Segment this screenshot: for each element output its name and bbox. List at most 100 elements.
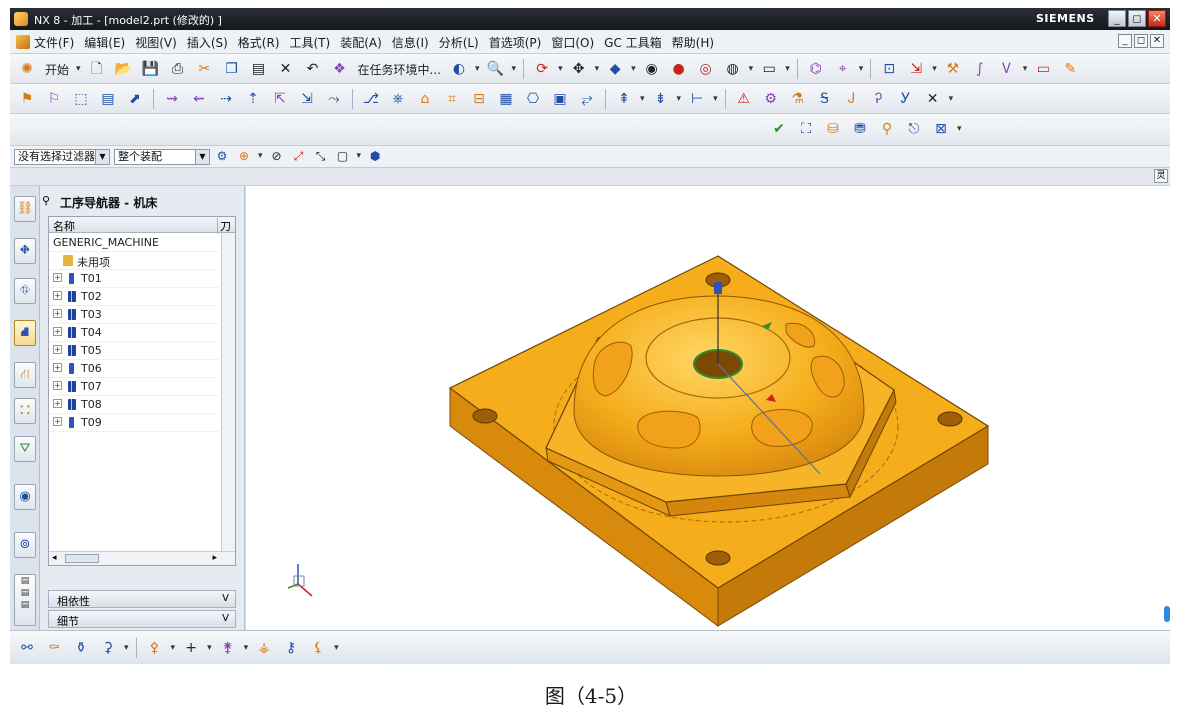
zoom-dropdown-icon[interactable]: ▾ — [512, 64, 517, 74]
start-dropdown-icon[interactable]: ▾ — [76, 64, 81, 74]
feature-icon[interactable]: ⚯ — [16, 637, 38, 659]
scroll-left-icon[interactable]: ◂ — [52, 553, 57, 563]
menu-format[interactable]: 格式(R) — [238, 34, 280, 51]
settings-dropdown-icon[interactable]: ▾ — [334, 643, 339, 653]
close-button[interactable]: ✕ — [1148, 10, 1166, 27]
type-filter-select[interactable]: 没有选择过滤器 ▼ — [14, 149, 110, 165]
select-all-icon[interactable]: ⊡ — [878, 58, 900, 80]
operation-navigator-icon[interactable]: ⛘ — [14, 320, 36, 346]
tree-row-tool[interactable]: + T04 — [49, 324, 219, 342]
scroll-thumb[interactable] — [65, 554, 99, 563]
mdi-close-button[interactable]: ✕ — [1150, 34, 1164, 48]
menu-view[interactable]: 视图(V) — [135, 34, 177, 51]
expand-icon[interactable]: + — [53, 363, 62, 372]
sketch-dropdown-icon[interactable]: ▾ — [1023, 64, 1028, 74]
display-label[interactable]: 在任务环境中... — [356, 61, 443, 78]
start-label[interactable]: 开始 — [43, 61, 71, 78]
pin-icon[interactable]: ⚲ — [42, 194, 50, 207]
rotate-dropdown-icon[interactable]: ▾ — [558, 64, 563, 74]
cube-icon[interactable]: ⬢ — [367, 148, 383, 164]
vertical-scrollbar[interactable] — [221, 233, 235, 565]
camera-icon[interactable]: ◍ — [722, 58, 744, 80]
machine-tool-icon[interactable]: ⚰ — [43, 637, 65, 659]
analysis-icon[interactable]: ⚷ — [280, 637, 302, 659]
copy-icon[interactable]: ❐ — [221, 58, 243, 80]
measure-icon[interactable]: ⚒ — [942, 58, 964, 80]
tree-row-tool[interactable]: + T06 — [49, 360, 219, 378]
machine-control-icon[interactable]: ⊢ — [686, 88, 708, 110]
menu-tools[interactable]: 工具(T) — [290, 34, 331, 51]
part-model-view[interactable] — [246, 186, 1170, 630]
edit-object-icon[interactable]: ✎ — [1059, 58, 1081, 80]
delete-icon[interactable]: ✕ — [275, 58, 297, 80]
object-display-icon[interactable]: ⎔ — [522, 88, 544, 110]
studio-icon[interactable]: ◎ — [695, 58, 717, 80]
create-geometry-icon[interactable]: ⬚ — [70, 88, 92, 110]
column-tool-header[interactable]: 刀 — [217, 218, 233, 234]
tree-row-root[interactable]: GENERIC_MACHINE — [49, 234, 219, 252]
scroll-handle[interactable] — [1164, 606, 1170, 622]
menu-gc-toolkit[interactable]: GC 工具箱 — [604, 34, 662, 51]
fit-icon[interactable]: ◐ — [448, 58, 470, 80]
roles-icon[interactable]: ⛚ — [14, 398, 36, 424]
snap-dropdown-icon[interactable]: ▾ — [932, 64, 937, 74]
tree-row-tool[interactable]: + T01 — [49, 270, 219, 288]
render-style-icon[interactable]: ◆ — [604, 58, 626, 80]
verify-icon[interactable]: ⇡ — [242, 88, 264, 110]
program-view-icon[interactable]: ⛶ — [795, 118, 817, 140]
remove-path-icon[interactable]: ✕ — [922, 88, 944, 110]
render-style-dropdown-icon[interactable]: ▾ — [631, 64, 636, 74]
tree-row-tool[interactable]: + T03 — [49, 306, 219, 324]
view-orient-icon[interactable]: ◉ — [641, 58, 663, 80]
menu-file[interactable]: 文件(F) — [34, 34, 74, 51]
system-materials-icon[interactable]: ▤ ▤ ▤ — [14, 574, 36, 626]
snap-point-dropdown-icon[interactable]: ▾ — [258, 151, 263, 161]
create-operation-icon[interactable]: ⬈ — [124, 88, 146, 110]
shop-docs-icon[interactable]: ⤳ — [323, 88, 345, 110]
create-tool-icon[interactable]: ⚐ — [43, 88, 65, 110]
expand-icon[interactable]: + — [53, 273, 62, 282]
delete-operation-icon[interactable]: ⊟ — [468, 88, 490, 110]
tree-row-tool[interactable]: + T05 — [49, 342, 219, 360]
print-icon[interactable]: ⎙ — [167, 58, 189, 80]
minimize-button[interactable]: _ — [1108, 10, 1126, 27]
tree-row-tool[interactable]: + T07 — [49, 378, 219, 396]
collision-check-icon[interactable]: ⚙ — [760, 88, 782, 110]
paste-operation-icon[interactable]: ⌗ — [441, 88, 463, 110]
edit-view-icon[interactable]: ⊠ — [930, 118, 952, 140]
restore-button[interactable]: ◻ — [1128, 10, 1146, 27]
postprocess-icon[interactable]: ⇲ — [296, 88, 318, 110]
replay-path-icon[interactable]: ⇜ — [188, 88, 210, 110]
pan-icon[interactable]: ✥ — [568, 58, 590, 80]
wcs-icon[interactable]: ⌬ — [805, 58, 827, 80]
tree-row-tool[interactable]: + T02 — [49, 288, 219, 306]
create-method-icon[interactable]: ▤ — [97, 88, 119, 110]
cue-line-button[interactable]: 灵 — [1154, 169, 1168, 183]
scroll-right-icon[interactable]: ▸ — [212, 553, 217, 563]
tool-view-icon[interactable]: ⚲ — [876, 118, 898, 140]
selection-scope-select[interactable]: 整个装配 ▼ — [114, 149, 210, 165]
cut-operation-icon[interactable]: ⎈ — [387, 88, 409, 110]
engage-icon[interactable]: Ꭹ — [895, 88, 917, 110]
dependencies-panel-header[interactable]: 相依性 V — [48, 590, 236, 608]
cutting-param-icon[interactable]: Ꭶ — [814, 88, 836, 110]
tree-row-unused[interactable]: 未用项 — [49, 252, 219, 270]
curve-icon[interactable]: ∫ — [969, 58, 991, 80]
expand-icon[interactable]: + — [53, 327, 62, 336]
undo-icon[interactable]: ↶ — [302, 58, 324, 80]
details-panel-header[interactable]: 细节 V — [48, 610, 236, 628]
remove-path-dropdown-icon[interactable]: ▾ — [949, 94, 954, 104]
start-menu-icon[interactable] — [16, 35, 30, 49]
chevron-down-icon[interactable]: ▼ — [195, 150, 209, 164]
mdi-minimize-button[interactable]: _ — [1118, 34, 1132, 48]
layer-icon[interactable]: ▭ — [758, 58, 780, 80]
snap-point-icon[interactable]: ⊕ — [236, 148, 252, 164]
geometry-view-icon[interactable]: ⛃ — [849, 118, 871, 140]
tool-path-icon[interactable]: ⇟ — [650, 88, 672, 110]
chevron-down-icon[interactable]: V — [222, 613, 229, 624]
expand-icon[interactable]: + — [53, 345, 62, 354]
simulate-icon[interactable]: ⇱ — [269, 88, 291, 110]
method-view-icon[interactable]: ⛁ — [822, 118, 844, 140]
paste-icon[interactable]: ▤ — [248, 58, 270, 80]
snap-icon[interactable]: ⇲ — [905, 58, 927, 80]
